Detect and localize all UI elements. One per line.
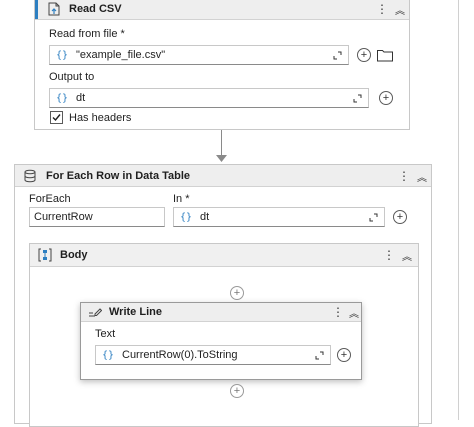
output-to-plus-icon[interactable]: + bbox=[379, 91, 393, 105]
foreach-value: CurrentRow bbox=[34, 211, 93, 223]
expression-brace-icon: {} bbox=[56, 92, 69, 104]
output-to-label: Output to bbox=[49, 71, 95, 83]
expression-brace-icon: {} bbox=[180, 211, 193, 223]
read-csv-header[interactable]: Read CSV ⋮ ︽ bbox=[35, 0, 409, 20]
for-each-row-activity[interactable]: For Each Row in Data Table ⋮ ︽ ForEach C… bbox=[14, 164, 432, 427]
read-from-label: Read from file * bbox=[49, 28, 125, 40]
output-to-value: dt bbox=[76, 92, 86, 104]
write-line-more-icon[interactable]: ⋮ bbox=[331, 304, 345, 320]
in-field[interactable]: {} dt bbox=[173, 207, 385, 227]
body-title: Body bbox=[60, 249, 88, 261]
expression-brace-icon: {} bbox=[102, 349, 115, 361]
for-each-collapse-icon[interactable]: ︽ bbox=[415, 168, 429, 184]
text-label: Text bbox=[95, 328, 116, 340]
connector-arrow-icon bbox=[216, 154, 227, 162]
add-activity-bottom-icon[interactable]: + bbox=[230, 384, 244, 398]
data-table-icon bbox=[23, 169, 37, 183]
output-to-field[interactable]: {} dt bbox=[49, 88, 369, 108]
foreach-label: ForEach bbox=[29, 193, 71, 205]
body-container[interactable]: Body ⋮ ︽ + Write Line ⋮ ︽ Text {} Curren… bbox=[29, 243, 419, 427]
text-plus-icon[interactable]: + bbox=[337, 348, 351, 362]
csv-file-icon bbox=[47, 2, 61, 16]
read-csv-title: Read CSV bbox=[69, 3, 122, 15]
expression-brace-icon: {} bbox=[56, 49, 69, 61]
read-from-value: "example_file.csv" bbox=[76, 49, 166, 61]
sequence-icon bbox=[38, 248, 52, 262]
in-plus-icon[interactable]: + bbox=[393, 210, 407, 224]
expand-editor-icon[interactable] bbox=[353, 94, 362, 103]
read-from-field[interactable]: {} "example_file.csv" bbox=[49, 45, 349, 65]
write-line-collapse-icon[interactable]: ︽ bbox=[347, 304, 361, 320]
add-activity-top-icon[interactable]: + bbox=[230, 286, 244, 300]
check-icon bbox=[52, 113, 61, 122]
for-each-more-icon[interactable]: ⋮ bbox=[397, 168, 411, 184]
canvas-right-edge bbox=[458, 0, 459, 420]
write-line-title: Write Line bbox=[109, 306, 162, 318]
read-csv-more-icon[interactable]: ⋮ bbox=[375, 1, 389, 17]
body-header[interactable]: Body ⋮ ︽ bbox=[30, 244, 418, 267]
has-headers-label: Has headers bbox=[69, 112, 132, 124]
for-each-header[interactable]: For Each Row in Data Table ⋮ ︽ bbox=[15, 165, 431, 187]
expand-editor-icon[interactable] bbox=[333, 51, 342, 60]
connector-line bbox=[221, 130, 222, 156]
body-collapse-icon[interactable]: ︽ bbox=[400, 247, 414, 263]
body-more-icon[interactable]: ⋮ bbox=[382, 247, 396, 263]
in-label: In * bbox=[173, 193, 190, 205]
text-field[interactable]: {} CurrentRow(0).ToString bbox=[95, 345, 331, 365]
for-each-title: For Each Row in Data Table bbox=[46, 170, 191, 182]
folder-browse-icon[interactable] bbox=[376, 47, 394, 63]
write-line-icon bbox=[88, 306, 103, 318]
read-csv-activity[interactable]: Read CSV ⋮ ︽ Read from file * {} "exampl… bbox=[34, 0, 410, 130]
expand-editor-icon[interactable] bbox=[315, 351, 324, 360]
read-csv-collapse-icon[interactable]: ︽ bbox=[393, 1, 407, 17]
expand-editor-icon[interactable] bbox=[369, 213, 378, 222]
write-line-activity[interactable]: Write Line ⋮ ︽ Text {} CurrentRow(0).ToS… bbox=[80, 302, 362, 380]
write-line-header[interactable]: Write Line ⋮ ︽ bbox=[81, 303, 361, 322]
selection-accent bbox=[35, 0, 38, 19]
has-headers-checkbox[interactable] bbox=[50, 111, 63, 124]
in-value: dt bbox=[200, 211, 210, 223]
text-value: CurrentRow(0).ToString bbox=[122, 349, 238, 361]
foreach-field[interactable]: CurrentRow bbox=[29, 207, 165, 227]
read-from-plus-icon[interactable]: + bbox=[357, 48, 371, 62]
